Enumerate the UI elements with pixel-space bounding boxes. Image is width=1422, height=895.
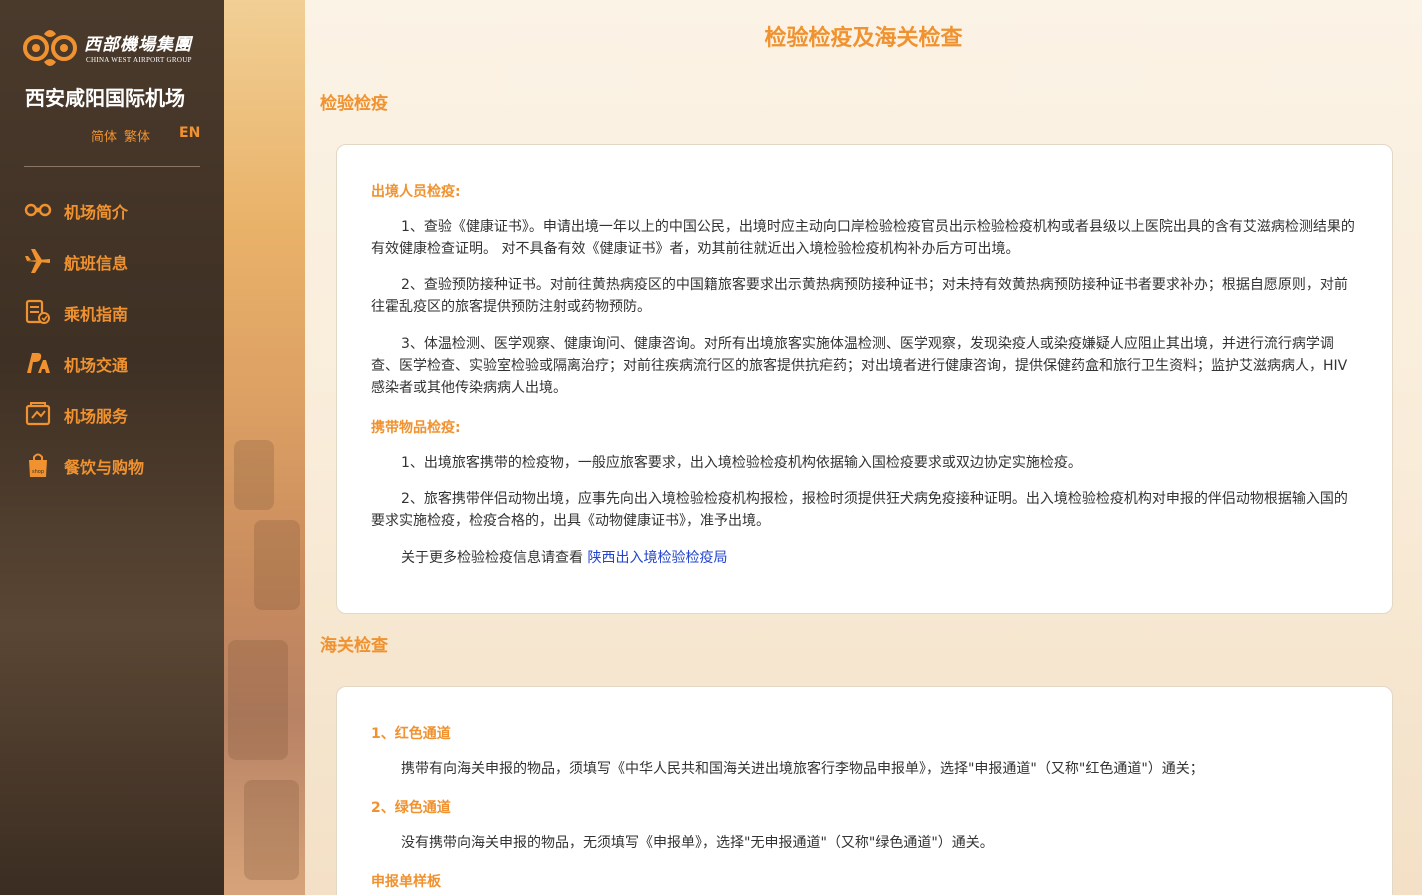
cabin-photo-strip — [224, 0, 305, 895]
nav-label: 乘机指南 — [64, 305, 129, 324]
nav-label: 机场简介 — [64, 203, 129, 222]
nav-label: 机场交通 — [64, 356, 129, 375]
section-title-quarantine: 检验检疫 — [320, 94, 388, 114]
lang-traditional-link[interactable]: 繁体 — [124, 126, 150, 145]
airport-name: 西安咸阳国际机场 — [25, 86, 185, 110]
quarantine-bureau-link[interactable]: 陕西出入境检验检疫局 — [587, 550, 727, 566]
airport-group-logo-icon — [23, 30, 77, 66]
shopping-bag-icon: shop — [29, 453, 47, 477]
green-channel-heading: 2、绿色通道 — [371, 800, 451, 816]
red-channel-heading: 1、红色通道 — [371, 726, 451, 742]
goods-quarantine-heading: 携带物品检疫: — [371, 420, 461, 436]
service-icon — [25, 402, 51, 426]
airplane-icon — [25, 249, 50, 273]
brand-name-cn: 西部機場集團 — [84, 35, 192, 55]
nav-item-airport-intro[interactable]: 机场简介 — [24, 192, 214, 243]
main-content: 检验检疫及海关检查 检验检疫 出境人员检疫: 1、查验《健康证书》。申请出境一年… — [305, 0, 1422, 895]
page-title: 检验检疫及海关检查 — [764, 26, 963, 51]
airport-logo-icon — [24, 203, 52, 217]
exit-paragraph-3: 3、体温检测、医学观察、健康询问、健康咨询。对所有出境旅客实施体温检测、医学观察… — [371, 336, 1348, 396]
nav-item-flight-info[interactable]: 航班信息 — [24, 243, 214, 294]
green-channel-paragraph: 没有携带向海关申报的物品，无须填写《申报单》，选择"无申报通道"（又称"绿色通道… — [401, 835, 994, 851]
sidebar: 西部機場集團 CHINA WEST AIRPORT GROUP 西安咸阳国际机场… — [0, 0, 224, 895]
lang-simplified-link[interactable]: 简体 — [91, 126, 117, 145]
nav-item-boarding-guide[interactable]: 乘机指南 — [24, 294, 214, 345]
brand-logo[interactable]: 西部機場集團 CHINA WEST AIRPORT GROUP — [22, 26, 202, 76]
quarantine-card: 出境人员检疫: 1、查验《健康证书》。申请出境一年以上的中国公民，出境时应主动向… — [336, 144, 1393, 614]
svg-text:shop: shop — [32, 469, 44, 475]
lang-english-link[interactable]: EN — [179, 125, 200, 141]
nav-item-dining-shopping[interactable]: shop 餐饮与购物 — [24, 447, 214, 498]
exit-paragraph-2: 2、查验预防接种证书。对前往黄热病疫区的中国籍旅客要求出示黄热病预防接种证书；对… — [371, 277, 1348, 315]
red-channel-paragraph: 携带有向海关申报的物品，须填写《中华人民共和国海关进出境旅客行李物品申报单》，选… — [401, 761, 1204, 777]
goods-paragraph-1: 1、出境旅客携带的检疫物，一般应旅客要求，出入境检验检疫机构依据输入国检疫要求或… — [401, 455, 1082, 471]
sidebar-divider — [24, 166, 200, 167]
nav-item-airport-transport[interactable]: 机场交通 — [24, 345, 214, 396]
nav-label: 机场服务 — [64, 407, 129, 426]
brand-name-en: CHINA WEST AIRPORT GROUP — [86, 56, 192, 64]
customs-card: 1、红色通道 携带有向海关申报的物品，须填写《中华人民共和国海关进出境旅客行李物… — [336, 686, 1393, 895]
sidebar-nav: 机场简介 航班信息 乘机指南 机场交通 机场服务 shop 餐饮与购物 — [24, 192, 214, 498]
nav-item-airport-service[interactable]: 机场服务 — [24, 396, 214, 447]
goods-paragraph-2: 2、旅客携带伴侣动物出境，应事先向出入境检验检疫机构报检，报检时须提供狂犬病免疫… — [371, 491, 1348, 529]
transport-icon — [27, 353, 50, 373]
nav-label: 航班信息 — [64, 254, 129, 273]
nav-label: 餐饮与购物 — [64, 458, 145, 477]
section-title-customs: 海关检查 — [320, 636, 388, 656]
exit-paragraph-1: 1、查验《健康证书》。申请出境一年以上的中国公民，出境时应主动向口岸检验检疫官员… — [371, 219, 1355, 257]
guide-icon — [25, 299, 50, 324]
exit-quarantine-heading: 出境人员检疫: — [371, 184, 461, 200]
more-info-text: 关于更多检验检疫信息请查看 — [401, 550, 583, 566]
declaration-sample-heading: 申报单样板 — [371, 874, 441, 890]
more-info-line: 关于更多检验检疫信息请查看 陕西出入境检验检疫局 — [371, 547, 1357, 569]
